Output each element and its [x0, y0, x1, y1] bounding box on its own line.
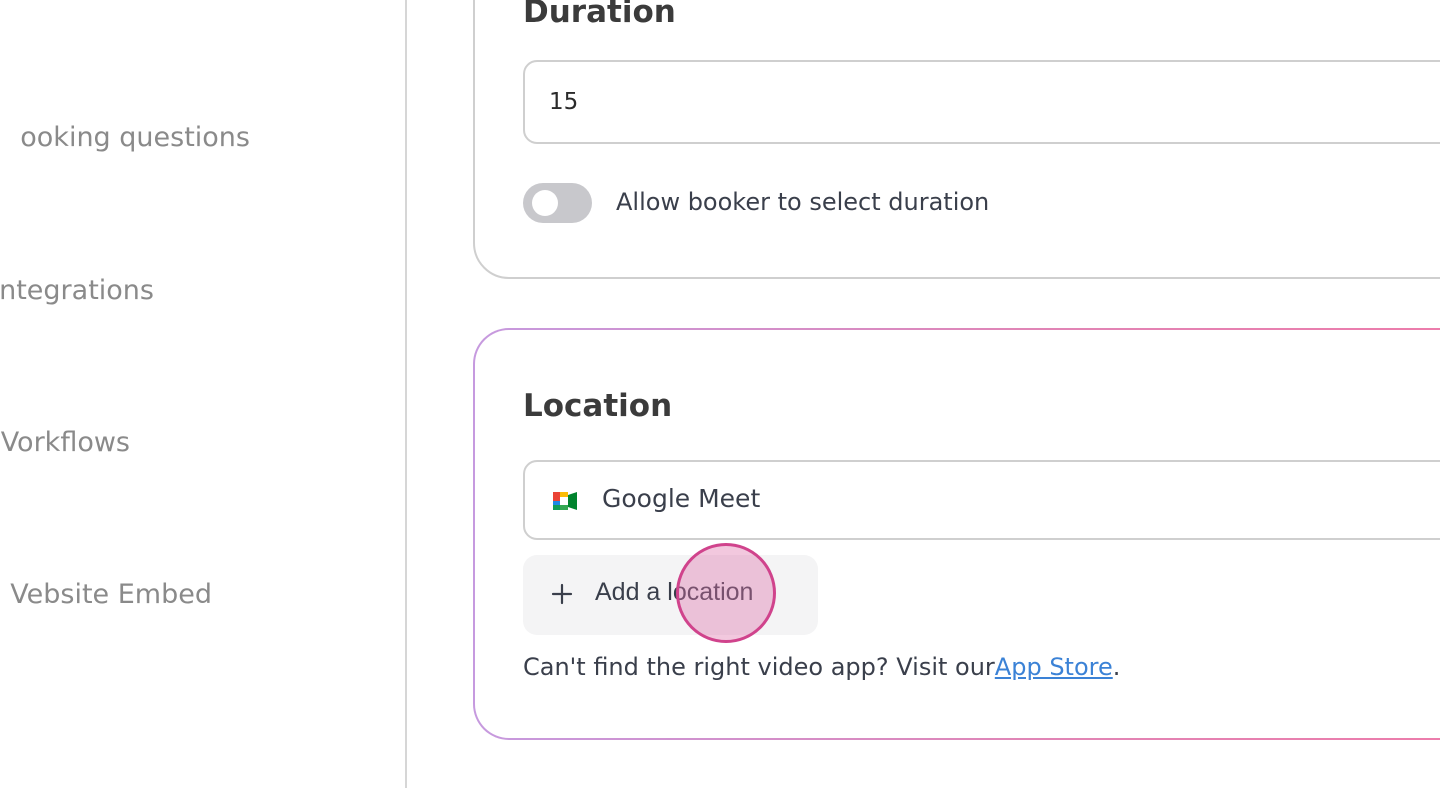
app-store-link[interactable]: App Store [995, 653, 1113, 681]
add-location-label: Add a location [595, 578, 754, 606]
app-store-help-text: Can't find the right video app? Visit ou… [523, 653, 1120, 681]
sidebar-item-website-embed[interactable]: Vebsite Embed [10, 579, 212, 610]
location-card: Location Google Meet Add a location Can'… [473, 328, 1440, 740]
duration-title: Duration [523, 0, 676, 30]
help-text-suffix: . [1112, 653, 1121, 681]
sidebar-item-workflows[interactable]: Vorkflows [1, 427, 130, 458]
location-title: Location [523, 388, 673, 424]
toggle-knob [532, 190, 558, 216]
allow-select-duration-toggle[interactable] [523, 183, 592, 223]
sidebar-item-booking-questions[interactable]: ooking questions [20, 122, 250, 153]
sidebar: ooking questions ntegrations Vorkflows V… [0, 0, 407, 788]
sidebar-item-integrations[interactable]: ntegrations [0, 275, 154, 306]
location-selected-value: Google Meet [602, 484, 761, 513]
location-select[interactable]: Google Meet [523, 460, 1440, 540]
help-text-prefix: Can't find the right video app? Visit ou… [523, 653, 995, 681]
duration-input[interactable] [523, 60, 1440, 144]
page: ooking questions ntegrations Vorkflows V… [0, 0, 1440, 788]
google-meet-icon [553, 492, 577, 510]
add-location-button[interactable]: Add a location [523, 555, 818, 635]
duration-card: Duration Allow booker to select duration [473, 0, 1440, 279]
plus-icon [551, 583, 573, 605]
allow-select-duration-label: Allow booker to select duration [616, 188, 990, 216]
